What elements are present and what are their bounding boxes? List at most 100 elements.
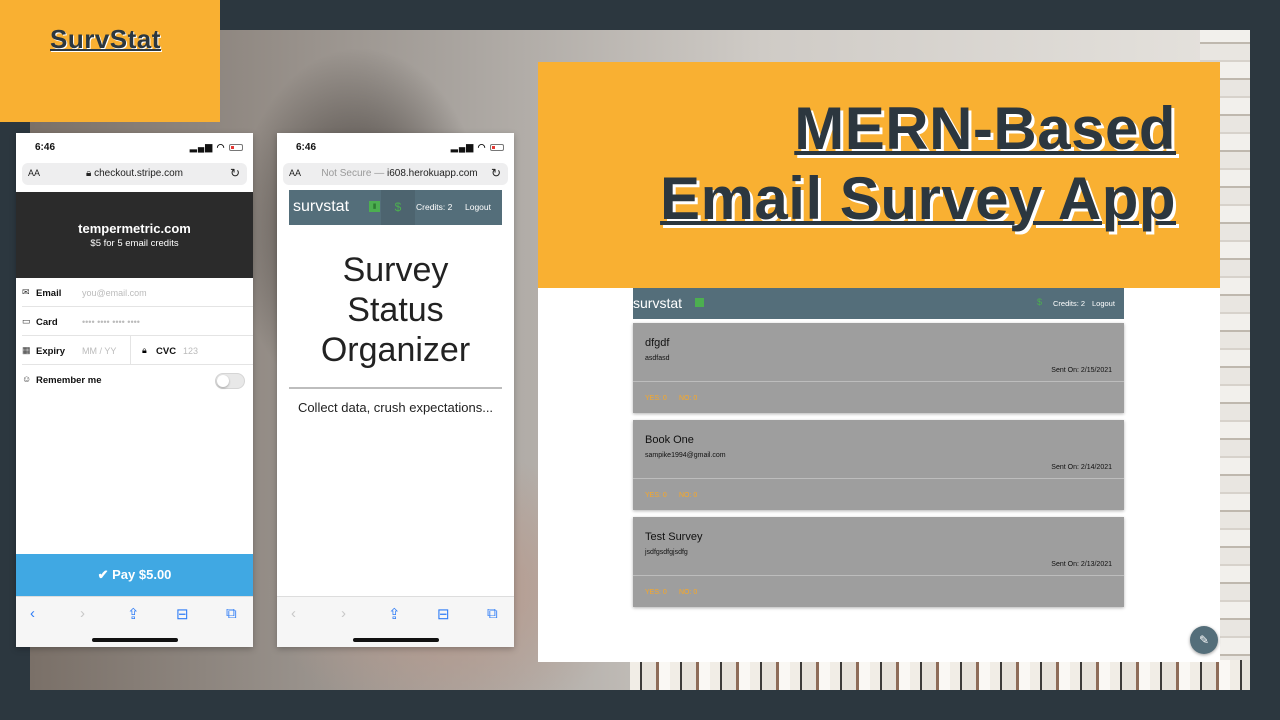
survey-card[interactable]: Test Survey jsdfgsdfgjsdfg Sent On: 2/13… (633, 517, 1124, 607)
survey-title: Test Survey (645, 531, 703, 543)
brand-label: SurvStat (50, 24, 161, 54)
calendar-icon: ▦ (22, 345, 31, 355)
app-logo[interactable]: survstat (633, 295, 682, 311)
dollar-icon[interactable]: $ (381, 190, 415, 225)
dashboard-screenshot: survstat $ Credits: 2 Logout dfgdf asdfa… (538, 288, 1220, 662)
survey-sent-date: Sent On: 2/13/2021 (1051, 561, 1112, 568)
card-divider (633, 575, 1124, 576)
survey-title: Book One (645, 434, 694, 446)
app-navbar: survstat ▮ $ Credits: 2 Logout (289, 190, 502, 225)
checkout-header: tempermetric.com $5 for 5 email credits (16, 192, 253, 278)
survey-body: sampike1994@gmail.com (645, 452, 726, 459)
card-label: Card (36, 317, 58, 328)
pencil-icon: ✎ (1198, 633, 1210, 647)
lock-icon: 🔒︎ (85, 168, 92, 179)
card-divider (633, 381, 1124, 382)
field-divider (130, 336, 131, 365)
share-icon[interactable]: ⇪ (388, 605, 401, 623)
checkout-phone-screenshot: 6:46 ▂▄▆ ◠ AA 🔒︎ checkout.stripe.com ↻ t… (16, 133, 253, 647)
url-text: i608.herokuapp.com (386, 168, 478, 179)
forward-icon[interactable]: › (80, 605, 85, 622)
credits-count: Credits: 2 (416, 202, 453, 212)
remember-me-row[interactable]: ☺ Remember me (22, 365, 253, 394)
person-icon: ☺ (22, 374, 32, 384)
forward-icon[interactable]: › (341, 605, 346, 622)
safari-toolbar: ‹ › ⇪ ⊟ ⧉ (277, 596, 514, 647)
tabs-icon[interactable]: ⧉ (226, 605, 237, 622)
reload-icon[interactable]: ↻ (230, 166, 240, 180)
address-url: Not Secure — i608.herokuapp.com (283, 168, 508, 179)
bookshelf-bottom-decor (630, 660, 1250, 690)
pay-label: Pay $5.00 (112, 567, 172, 582)
headline-line: MERN-Based (794, 95, 1176, 162)
bookmarks-icon[interactable]: ⊟ (437, 605, 450, 623)
yes-count: YES: 0 (645, 395, 667, 402)
survey-sent-date: Sent On: 2/14/2021 (1051, 464, 1112, 471)
remember-toggle[interactable] (215, 373, 245, 389)
signal-wifi-battery-icon: ▂▄▆ ◠ (190, 142, 243, 153)
survey-title: dfgdf (645, 337, 670, 349)
yes-count: YES: 0 (645, 492, 667, 499)
no-count: NO: 0 (679, 395, 698, 402)
card-number-field[interactable]: •••• •••• •••• •••• (82, 317, 140, 327)
email-field-row[interactable]: ✉ Email you@email.com (22, 278, 253, 307)
headline-line: Email Survey App (660, 165, 1176, 232)
title-line: Organizer (320, 331, 471, 369)
merchant-description: $5 for 5 email credits (90, 238, 179, 249)
chart-icon[interactable]: ▮ (369, 201, 380, 212)
cvc-label: CVC (156, 346, 177, 357)
lock-icon: 🔒︎ (142, 345, 147, 355)
not-secure-label: Not Secure — (321, 168, 387, 179)
no-count: NO: 0 (679, 589, 698, 596)
tagline: Collect data, crush expectations... (297, 400, 494, 415)
merchant-name: tempermetric.com (78, 221, 191, 236)
card-icon: ▭ (22, 316, 31, 326)
status-time: 6:46 (35, 142, 56, 153)
card-divider (633, 478, 1124, 479)
new-survey-button[interactable]: ✎ (1190, 626, 1218, 654)
status-bar: 6:46 ▂▄▆ ◠ (16, 133, 253, 161)
email-field[interactable]: you@email.com (82, 288, 147, 298)
share-icon[interactable]: ⇪ (127, 605, 140, 623)
safari-toolbar: ‹ › ⇪ ⊟ ⧉ (16, 596, 253, 647)
survey-card[interactable]: Book One sampike1994@gmail.com Sent On: … (633, 420, 1124, 510)
title-line: Survey (342, 251, 449, 289)
app-logo[interactable]: survstat (293, 198, 349, 216)
address-url: 🔒︎ checkout.stripe.com (22, 168, 247, 179)
headline-panel: MERN-Based Email Survey App (538, 62, 1220, 288)
brand-tag: SurvStat (0, 0, 220, 122)
bookmarks-icon[interactable]: ⊟ (176, 605, 189, 623)
logout-link[interactable]: Logout (1092, 299, 1115, 308)
email-label: Email (36, 288, 62, 299)
no-count: NO: 0 (679, 492, 698, 499)
back-icon[interactable]: ‹ (291, 605, 296, 622)
survey-body: asdfasd (645, 355, 670, 362)
yes-count: YES: 0 (645, 589, 667, 596)
logout-link[interactable]: Logout (465, 202, 491, 212)
dollar-icon[interactable]: $ (1037, 297, 1042, 307)
credits-count: Credits: 2 (1053, 299, 1086, 308)
landing-title: Survey Status Organizer (277, 250, 514, 370)
remember-label: Remember me (36, 375, 102, 386)
reload-icon[interactable]: ↻ (491, 166, 501, 180)
tabs-icon[interactable]: ⧉ (487, 605, 498, 622)
pay-button[interactable]: ✔ Pay $5.00 (16, 554, 253, 596)
landing-phone-screenshot: 6:46 ▂▄▆ ◠ AA Not Secure — i608.herokuap… (277, 133, 514, 647)
title-line: Status (347, 291, 444, 329)
expiry-cvc-row[interactable]: ▦ Expiry MM / YY 🔒︎ CVC 123 (22, 336, 253, 365)
home-indicator (92, 638, 178, 642)
chart-icon[interactable] (695, 298, 704, 307)
status-bar: 6:46 ▂▄▆ ◠ (277, 133, 514, 161)
cvc-field[interactable]: 123 (183, 346, 198, 356)
mail-icon: ✉ (22, 287, 30, 297)
address-bar[interactable]: AA Not Secure — i608.herokuapp.com ↻ (283, 163, 508, 185)
headline: MERN-Based Email Survey App (660, 94, 1176, 234)
card-field-row[interactable]: ▭ Card •••• •••• •••• •••• (22, 307, 253, 336)
address-bar[interactable]: AA 🔒︎ checkout.stripe.com ↻ (22, 163, 247, 185)
expiry-field[interactable]: MM / YY (82, 346, 116, 356)
expiry-label: Expiry (36, 346, 66, 357)
survey-card[interactable]: dfgdf asdfasd Sent On: 2/15/2021 YES: 0 … (633, 323, 1124, 413)
back-icon[interactable]: ‹ (30, 605, 35, 622)
url-text: checkout.stripe.com (94, 168, 184, 179)
check-icon: ✔ (97, 567, 109, 582)
